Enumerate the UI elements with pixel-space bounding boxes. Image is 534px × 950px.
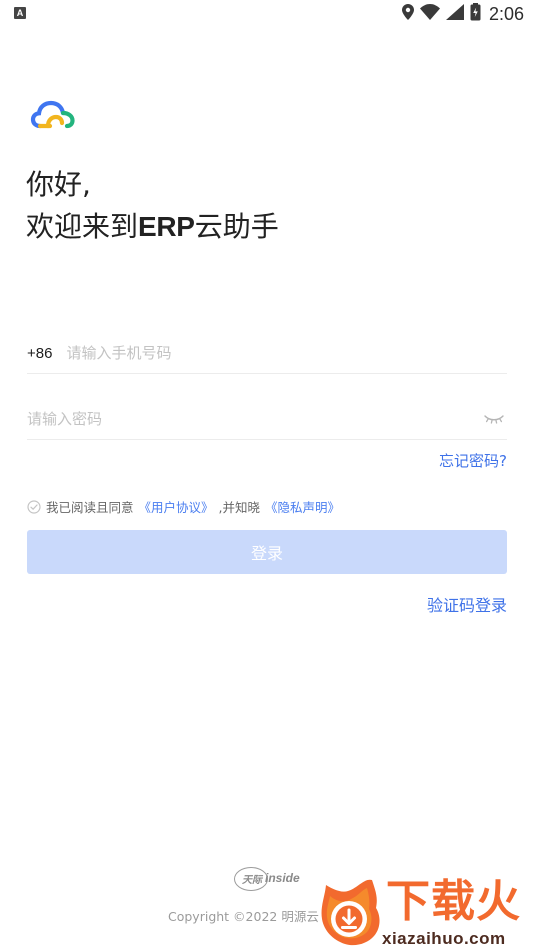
agreement-prefix: 我已阅读且同意 <box>46 500 134 515</box>
battery-icon <box>470 3 481 25</box>
status-time: 2:06 <box>488 4 524 24</box>
watermark-domain: xiazaihuo.com <box>382 929 506 948</box>
user-agreement-link[interactable]: 《用户协议》 <box>139 497 214 516</box>
welcome-prefix: 欢迎来到 <box>26 210 139 243</box>
app-name: ERP <box>138 211 195 242</box>
privacy-link[interactable]: 《隐私声明》 <box>265 497 340 516</box>
sms-login-link[interactable]: 验证码登录 <box>427 592 507 616</box>
agreement-checkbox[interactable] <box>27 499 41 514</box>
login-button-label: 登录 <box>250 544 283 563</box>
signal-icon <box>445 4 464 24</box>
status-bar: A 2:06 <box>0 0 534 28</box>
welcome-text: 欢迎来到ERP云助手 <box>26 206 279 248</box>
tianji-brand-text: 天际 <box>242 875 262 886</box>
welcome-headline: 你好, 欢迎来到ERP云助手 <box>26 164 279 248</box>
phone-field: +86 <box>27 333 507 374</box>
login-button[interactable]: 登录 <box>27 530 507 574</box>
status-indicators: 2:06 <box>401 3 524 25</box>
phone-input[interactable] <box>66 338 507 368</box>
greeting-text: 你好, <box>26 168 91 201</box>
eye-closed-icon[interactable] <box>481 408 507 430</box>
password-field <box>27 399 507 440</box>
tianji-inside-logo: 天际 inside <box>234 867 304 891</box>
tianji-inside-text: inside <box>265 871 300 885</box>
welcome-suffix: 云助手 <box>194 210 279 243</box>
xiazaihuo-watermark: 下载火 xiazaihuo.com <box>314 876 534 950</box>
cloud-logo-icon <box>30 98 76 132</box>
wifi-icon <box>419 4 440 24</box>
copyright-text: Copyright ©2022 明源云 <box>168 909 319 924</box>
agreement-row: 我已阅读且同意 《用户协议》 ,并知晓 《隐私声明》 <box>27 497 340 516</box>
watermark-title: 下载火 <box>386 876 521 927</box>
agreement-middle: ,并知晓 <box>218 500 261 515</box>
notification-icon: A <box>14 7 26 19</box>
country-code[interactable]: +86 <box>27 345 52 362</box>
notification-label: A <box>16 8 24 18</box>
flame-download-icon <box>314 878 384 946</box>
location-icon <box>401 4 414 24</box>
forgot-password-link[interactable]: 忘记密码? <box>439 450 507 471</box>
password-input[interactable] <box>27 404 473 434</box>
